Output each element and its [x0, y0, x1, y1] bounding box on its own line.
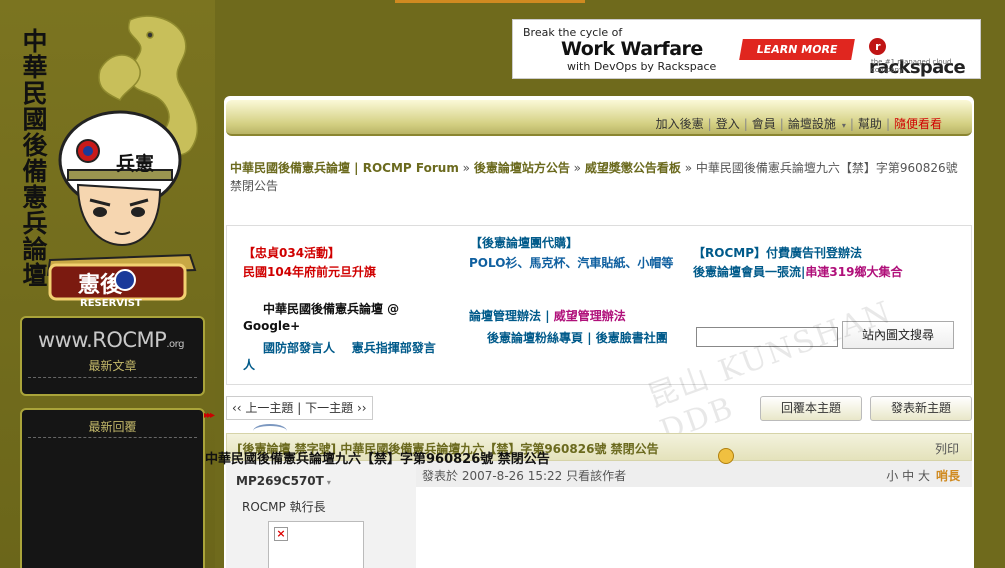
- reply-button[interactable]: 回覆本主題: [760, 396, 862, 421]
- latest-replies-title[interactable]: 最新回覆: [22, 418, 203, 435]
- nav-login[interactable]: 登入: [716, 117, 740, 131]
- soldier-icon: 兵憲 憲後 RESERVIST: [46, 110, 197, 309]
- print-link[interactable]: 列印: [935, 440, 959, 457]
- breadcrumb: 中華民國後備憲兵論壇 | ROCMP Forum » 後憲論壇站方公告 » 威望…: [230, 161, 958, 193]
- top-accent-line: [395, 0, 585, 3]
- mascot-logo[interactable]: 兵憲 憲後 RESERVIST: [40, 10, 215, 310]
- nav-random[interactable]: 隨便看看: [894, 117, 942, 131]
- main-panel: 加入後憲 | 登入 | 會員 | 論壇設施 ▾ | 幫助 | 隨便看看 中華民國後備憲兵論壇 | RO…: [224, 96, 974, 568]
- topic-pager: ‹‹ 上一主題 | 下一主題 ››: [226, 396, 373, 420]
- next-topic-link[interactable]: 下一主題 ››: [305, 401, 366, 415]
- notice-members-link[interactable]: 後憲論壇會員一張流: [693, 265, 801, 279]
- breadcrumb-section-1[interactable]: 後憲論壇站方公告: [474, 161, 570, 175]
- spokesperson-links: 國防部發言人 憲兵指揮部發言人: [243, 340, 443, 374]
- notice-members-line: 後憲論壇會員一張流|串連319鄉大集合: [693, 265, 903, 279]
- mnd-spokesperson-link[interactable]: 國防部發言人: [263, 341, 335, 355]
- facebook-group-link[interactable]: 後憲臉書社團: [596, 331, 668, 345]
- breadcrumb-section-2[interactable]: 威望獎懲公告看板: [585, 161, 681, 175]
- rules-links: 論壇管理辦法 | 威望管理辦法: [469, 309, 626, 323]
- divider: [28, 377, 197, 378]
- breadcrumb-home[interactable]: 中華民國後備憲兵論壇 | ROCMP Forum: [230, 161, 459, 175]
- font-large[interactable]: 大: [918, 469, 930, 483]
- prev-topic-link[interactable]: ‹‹ 上一主題: [232, 401, 293, 415]
- rackspace-ad-banner[interactable]: Break the cycle of Work Warfare with Dev…: [512, 19, 981, 79]
- google-plus-link[interactable]: 中華民國後備憲兵論壇 @ Google+: [243, 301, 443, 335]
- post-author-column: MP269C570T ▾ ROCMP 執行長 ×: [226, 461, 416, 568]
- ad-headline: Work Warfare: [561, 38, 703, 60]
- image-placeholder: [253, 424, 287, 438]
- nav-join[interactable]: 加入後憲: [656, 117, 704, 131]
- notice-activity-line[interactable]: 民國104年府前元旦升旗: [243, 264, 376, 281]
- learn-more-button[interactable]: LEARN MORE: [739, 39, 855, 60]
- rocmp-logo[interactable]: www.ROCMP.org: [38, 328, 184, 352]
- chevron-down-icon: ▾: [326, 478, 331, 487]
- left-sidebar: 中華民國後備憲兵論壇 兵憲 憲後 RESERVIST www.ROCMP.org…: [0, 0, 215, 568]
- mascot-banner-text: RESERVIST: [80, 298, 142, 309]
- divider: [28, 437, 197, 438]
- font-medium[interactable]: 中: [902, 469, 914, 483]
- nav-members[interactable]: 會員: [752, 117, 776, 131]
- new-topic-button[interactable]: 發表新主題: [870, 396, 972, 421]
- post-title: 中華民國後備憲兵論壇九六【禁】字第960826號 禁閉公告: [205, 452, 550, 467]
- latest-posts-title[interactable]: 最新文章: [22, 357, 203, 374]
- avatar[interactable]: ×: [268, 521, 364, 568]
- prestige-rules-link[interactable]: 威望管理辦法: [554, 309, 626, 323]
- broken-image-icon: ×: [274, 527, 288, 541]
- rackspace-mark-icon: r: [869, 38, 886, 55]
- top-nav-bar: 加入後憲 | 登入 | 會員 | 論壇設施 ▾ | 幫助 | 隨便看看: [226, 100, 972, 136]
- rackspace-tagline: the #1 managed cloud company: [871, 58, 952, 74]
- author-rank: ROCMP 執行長: [242, 500, 326, 514]
- nav-settings[interactable]: 論壇設施: [788, 117, 836, 131]
- thumbs-up-icon[interactable]: [718, 448, 734, 464]
- post-floor-label: 哨長: [935, 469, 960, 483]
- latest-posts-box: www.ROCMP.org 最新文章: [20, 316, 205, 396]
- font-small[interactable]: 小: [886, 469, 898, 483]
- nav-help[interactable]: 幫助: [858, 117, 882, 131]
- mascot-badge-text: 兵憲: [116, 152, 154, 175]
- notice-shop-line[interactable]: POLO衫、馬克杯、汽車貼紙、小帽等: [469, 255, 679, 272]
- author-name[interactable]: MP269C570T ▾: [236, 474, 331, 488]
- forum-rules-link[interactable]: 論壇管理辦法: [469, 309, 541, 323]
- notice-ad-head[interactable]: 【ROCMP】付費廣告刊登辦法: [693, 245, 862, 262]
- nav-links: 加入後憲 | 登入 | 會員 | 論壇設施 ▾ | 幫助 | 隨便看看: [655, 117, 942, 131]
- chevron-down-icon[interactable]: ▾: [842, 121, 846, 130]
- notice-319-link[interactable]: 串連319鄉大集合: [805, 265, 902, 279]
- ad-line-3: with DevOps by Rackspace: [567, 60, 717, 73]
- post-date: 發表於 2007-8-26 15:22 只看該作者: [422, 469, 627, 483]
- social-links: 後憲論壇粉絲專頁 | 後憲臉書社團: [487, 331, 668, 345]
- notice-shop-head[interactable]: 【後憲論壇團代購】: [470, 235, 578, 252]
- latest-replies-box: 最新回覆: [20, 408, 205, 568]
- font-size-controls: 小 中 大哨長: [886, 467, 960, 484]
- notice-activity-head[interactable]: 【忠貞034活動】: [243, 245, 340, 262]
- fanpage-link[interactable]: 後憲論壇粉絲專頁: [487, 331, 583, 345]
- arrows-icon: ▸▸▸: [204, 410, 215, 421]
